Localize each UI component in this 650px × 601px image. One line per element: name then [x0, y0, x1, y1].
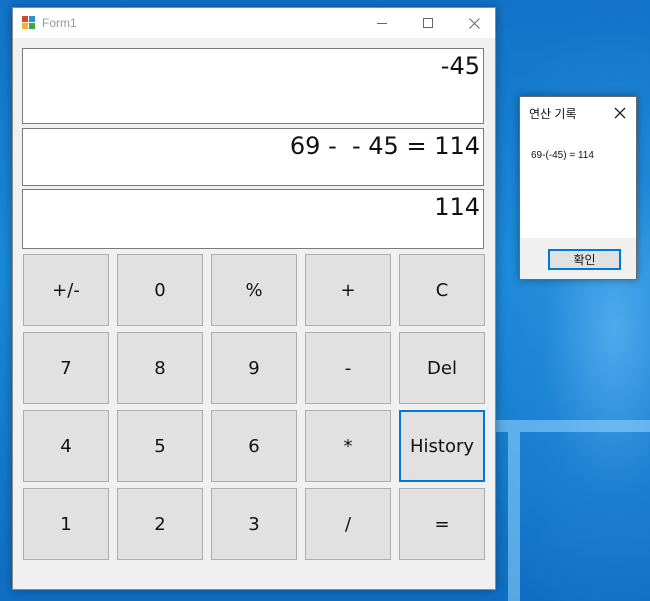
clear-button[interactable]: C: [399, 254, 485, 326]
minus-button[interactable]: -: [305, 332, 391, 404]
close-button[interactable]: [451, 8, 497, 38]
digit-3-button[interactable]: 3: [211, 488, 297, 560]
minimize-button[interactable]: [359, 8, 405, 38]
app-icon: [22, 16, 35, 29]
desktop-light-beam: [496, 420, 650, 432]
close-icon: [468, 17, 480, 29]
history-dialog: 연산 기록 69-(-45) = 114 확인: [519, 96, 637, 280]
percent-button[interactable]: %: [211, 254, 297, 326]
digit-8-button[interactable]: 8: [117, 332, 203, 404]
expression-display[interactable]: 69 - - 45 = 114: [22, 128, 484, 186]
maximize-icon: [422, 17, 433, 28]
title-bar[interactable]: Form1: [13, 8, 495, 38]
plus-button[interactable]: +: [305, 254, 391, 326]
multiply-button[interactable]: *: [305, 410, 391, 482]
result-display[interactable]: 114: [22, 189, 484, 249]
equals-button[interactable]: =: [399, 488, 485, 560]
digit-6-button[interactable]: 6: [211, 410, 297, 482]
history-ok-button[interactable]: 확인: [548, 249, 621, 270]
negate-button[interactable]: +/-: [23, 254, 109, 326]
minimize-icon: [376, 22, 387, 24]
history-button[interactable]: History: [399, 410, 485, 482]
desktop-light-beam-vertical: [508, 432, 520, 601]
history-dialog-body: 연산 기록 69-(-45) = 114: [520, 97, 636, 238]
delete-button[interactable]: Del: [399, 332, 485, 404]
digit-1-button[interactable]: 1: [23, 488, 109, 560]
digit-2-button[interactable]: 2: [117, 488, 203, 560]
digit-9-button[interactable]: 9: [211, 332, 297, 404]
digit-0-button[interactable]: 0: [117, 254, 203, 326]
maximize-button[interactable]: [405, 8, 451, 38]
digit-7-button[interactable]: 7: [23, 332, 109, 404]
digit-4-button[interactable]: 4: [23, 410, 109, 482]
history-dialog-close-button[interactable]: [608, 101, 632, 125]
keypad: +/- 0% + C 7 8 9- Del 4 5 6 * History 1 2 3/=: [23, 254, 485, 560]
close-icon: [614, 107, 626, 119]
window-title: Form1: [42, 16, 77, 30]
digit-5-button[interactable]: 5: [117, 410, 203, 482]
divide-button[interactable]: /: [305, 488, 391, 560]
history-entry: 69-(-45) = 114: [531, 150, 594, 161]
desktop-background: [470, 0, 650, 601]
calculator-window: Form1 -45 69 - - 45 = 114 114 +/- 0% + C 7 8 9…: [12, 7, 496, 590]
input-display[interactable]: -45: [22, 48, 484, 124]
history-dialog-title: 연산 기록: [529, 107, 577, 121]
